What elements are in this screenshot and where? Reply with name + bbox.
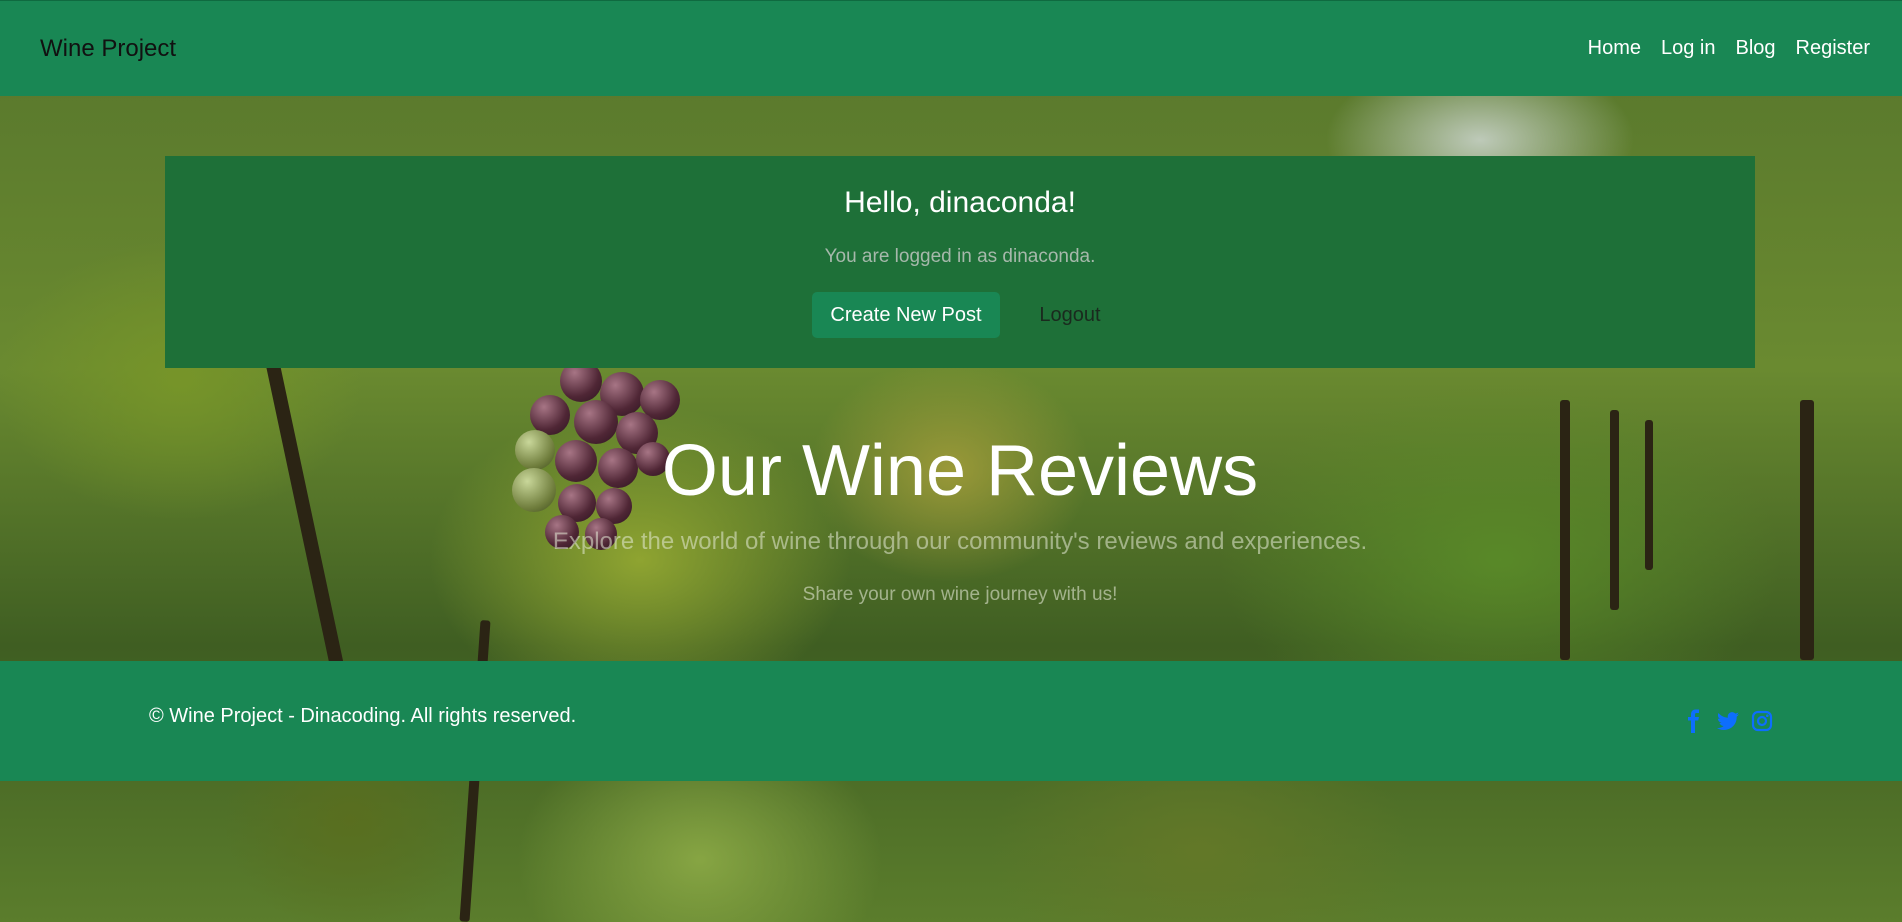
- nav-home-link[interactable]: Home: [1588, 37, 1641, 60]
- brand-link[interactable]: Wine Project: [40, 35, 176, 63]
- footer: © Wine Project - Dinacoding. All rights …: [0, 661, 1902, 781]
- twitter-icon[interactable]: [1716, 709, 1740, 733]
- nav-register-link[interactable]: Register: [1796, 37, 1870, 60]
- create-post-button[interactable]: Create New Post: [812, 292, 1000, 338]
- login-status: You are logged in as dinaconda.: [824, 246, 1096, 267]
- welcome-greeting: Hello, dinaconda!: [844, 186, 1076, 219]
- hero-note: Share your own wine journey with us!: [802, 584, 1118, 605]
- navbar: Wine Project Home Log in Blog Register: [0, 0, 1902, 96]
- nav-login-link[interactable]: Log in: [1661, 37, 1716, 60]
- hero-subtitle: Explore the world of wine through our co…: [552, 528, 1368, 555]
- footer-copyright: © Wine Project - Dinacoding. All rights …: [149, 705, 577, 727]
- nav-blog-link[interactable]: Blog: [1735, 37, 1775, 60]
- welcome-panel: Hello, dinaconda! You are logged in as d…: [165, 156, 1755, 368]
- instagram-icon[interactable]: [1750, 709, 1774, 733]
- logout-button[interactable]: Logout: [1025, 292, 1115, 338]
- social-links: [1682, 709, 1774, 733]
- nav-links: Home Log in Blog Register: [1588, 37, 1870, 60]
- facebook-icon[interactable]: [1682, 709, 1706, 733]
- hero-title: Our Wine Reviews: [661, 431, 1259, 511]
